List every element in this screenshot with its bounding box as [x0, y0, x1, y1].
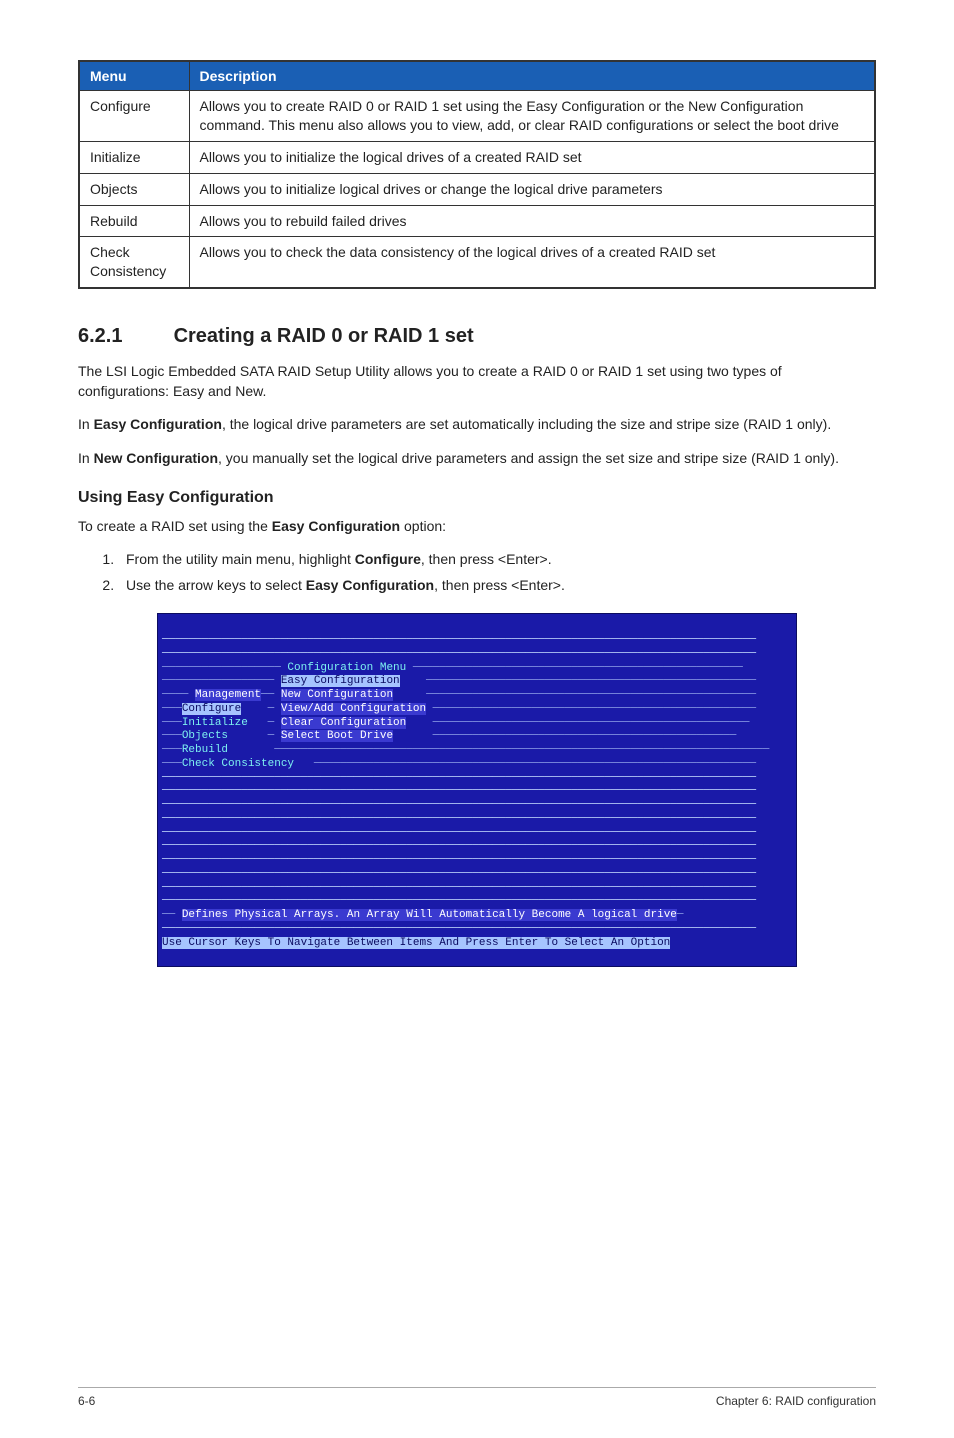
cell-menu: Configure [79, 91, 189, 142]
cell-desc: Allows you to initialize logical drives … [189, 173, 875, 205]
text: option: [400, 518, 446, 534]
table-row: Rebuild Allows you to rebuild failed dri… [79, 205, 875, 237]
cell-menu: Check Consistency [79, 237, 189, 288]
terminal-item: Objects [182, 730, 228, 742]
page-number: 6-6 [78, 1394, 95, 1408]
section-number: 6.2.1 [78, 325, 168, 348]
bold-text: Easy Configuration [306, 577, 434, 593]
cell-menu: Objects [79, 173, 189, 205]
steps-list: From the utility main menu, highlight Co… [78, 550, 876, 595]
terminal-hint-text: Use Cursor Keys To Navigate Between Item… [162, 937, 670, 949]
cell-menu: Initialize [79, 141, 189, 173]
bold-text: Easy Configuration [272, 518, 400, 534]
terminal-item: New Configuration [281, 689, 393, 701]
paragraph: In New Configuration, you manually set t… [78, 449, 876, 469]
list-item: Use the arrow keys to select Easy Config… [118, 576, 876, 596]
table-row: Check Consistency Allows you to check th… [79, 237, 875, 288]
table-row: Initialize Allows you to initialize the … [79, 141, 875, 173]
paragraph: In Easy Configuration, the logical drive… [78, 415, 876, 435]
bold-text: Easy Configuration [94, 416, 222, 432]
terminal-item: Configure [182, 703, 241, 715]
terminal-item: Select Boot Drive [281, 730, 393, 742]
cell-desc: Allows you to create RAID 0 or RAID 1 se… [189, 91, 875, 142]
text: , you manually set the logical drive par… [218, 450, 839, 466]
text: In [78, 416, 94, 432]
text: In [78, 450, 94, 466]
text: To create a RAID set using the [78, 518, 272, 534]
text: , then press <Enter>. [421, 551, 552, 567]
menu-description-table: Menu Description Configure Allows you to… [78, 60, 876, 289]
bold-text: Configure [355, 551, 421, 567]
terminal-help-text: Defines Physical Arrays. An Array Will A… [182, 909, 677, 921]
cell-menu: Rebuild [79, 205, 189, 237]
table-row: Configure Allows you to create RAID 0 or… [79, 91, 875, 142]
text: , then press <Enter>. [434, 577, 565, 593]
bold-text: New Configuration [94, 450, 218, 466]
bios-terminal-screenshot: ────────────────────────────────────────… [157, 613, 797, 967]
section-heading: 6.2.1 Creating a RAID 0 or RAID 1 set [78, 325, 876, 348]
terminal-item: Check Consistency [182, 758, 294, 770]
terminal-item: Management [195, 689, 261, 701]
paragraph: To create a RAID set using the Easy Conf… [78, 517, 876, 537]
paragraph: The LSI Logic Embedded SATA RAID Setup U… [78, 362, 876, 401]
table-header-desc: Description [189, 61, 875, 91]
cell-desc: Allows you to check the data consistency… [189, 237, 875, 288]
page-footer: 6-6 Chapter 6: RAID configuration [78, 1387, 876, 1408]
text: From the utility main menu, highlight [126, 551, 355, 567]
cell-desc: Allows you to initialize the logical dri… [189, 141, 875, 173]
chapter-title: Chapter 6: RAID configuration [716, 1394, 876, 1408]
table-row: Objects Allows you to initialize logical… [79, 173, 875, 205]
subsection-heading: Using Easy Configuration [78, 489, 876, 507]
list-item: From the utility main menu, highlight Co… [118, 550, 876, 570]
terminal-item: Clear Configuration [281, 717, 406, 729]
terminal-selected-item: Easy Configuration [281, 675, 400, 687]
terminal-item: Rebuild [182, 744, 228, 756]
text: Use the arrow keys to select [126, 577, 306, 593]
cell-desc: Allows you to rebuild failed drives [189, 205, 875, 237]
section-title: Creating a RAID 0 or RAID 1 set [174, 325, 474, 347]
terminal-item: View/Add Configuration [281, 703, 426, 715]
terminal-title: Configuration Menu [287, 662, 406, 674]
table-header-menu: Menu [79, 61, 189, 91]
text: , the logical drive parameters are set a… [222, 416, 831, 432]
terminal-item: Initialize [182, 717, 248, 729]
